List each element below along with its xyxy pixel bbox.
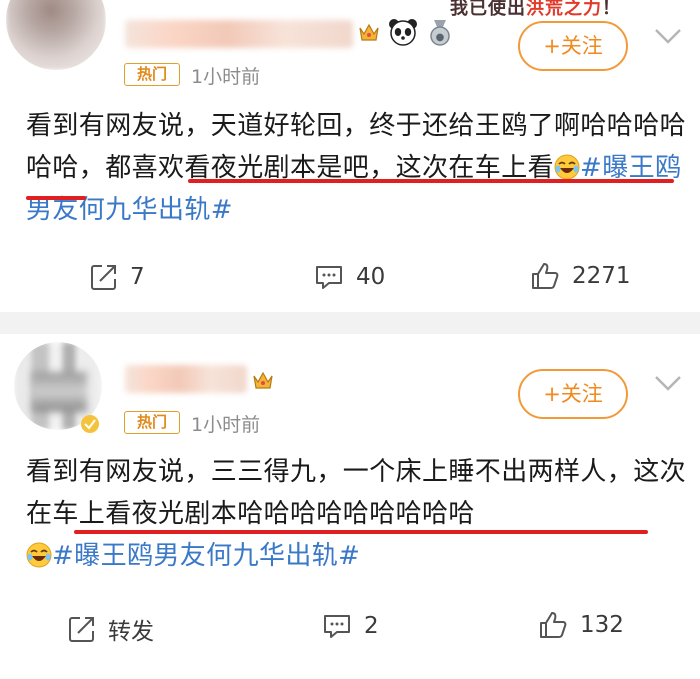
red-underline — [26, 196, 86, 200]
repost-label: 转发 — [108, 619, 154, 645]
post-time: 1小时前 — [191, 414, 261, 436]
comment-icon — [316, 266, 342, 289]
like-action[interactable]: 2271 — [530, 261, 631, 291]
crown-icon — [253, 371, 273, 389]
crown-icon — [359, 23, 379, 41]
verified-icon — [81, 415, 99, 433]
panda-icon — [389, 19, 417, 46]
like-icon — [532, 263, 559, 289]
post-body: 看到有网友说，三三得九，一个床上睡不出两样人，这次在车上看夜光剧本哈哈哈哈哈哈哈… — [26, 451, 686, 577]
laughing-emoji-icon — [554, 154, 580, 180]
username-blurred[interactable] — [125, 20, 353, 48]
svg-text:●: ● — [436, 32, 445, 43]
follow-button[interactable]: +关注 — [518, 21, 628, 71]
hot-badge: 热门 — [124, 63, 180, 86]
red-underline — [188, 179, 674, 183]
comment-count: 40 — [356, 264, 386, 290]
repost-action[interactable]: 转发 — [68, 612, 154, 646]
repost-count: 7 — [130, 264, 145, 290]
repost-icon — [91, 265, 116, 290]
like-count: 2271 — [572, 263, 631, 289]
comment-action[interactable]: 40 — [314, 263, 385, 291]
avatar[interactable] — [6, 0, 106, 70]
post-text-plain: 看到有网友说，三三得九，一个床上睡不出两样人， — [26, 457, 634, 487]
comment-count: 2 — [364, 613, 379, 639]
follow-button[interactable]: +关注 — [518, 369, 628, 419]
username-blurred[interactable] — [125, 365, 247, 393]
post-body: 看到有网友说，天道好轮回，终于还给王鸥了啊哈哈哈哈哈哈，都喜欢看夜光剧本是吧，这… — [26, 105, 686, 231]
weibo-post-card: ● 我已使出洪荒之力！ 热门 1小时前 +关注 看到有网友说，天道好轮回，终于还… — [0, 0, 700, 312]
comment-icon — [324, 615, 350, 638]
hot-badge: 热门 — [124, 411, 180, 434]
weibo-post-card: 热门 1小时前 +关注 看到有网友说，三三得九，一个床上睡不出两样人，这次在车上… — [0, 334, 700, 679]
laughing-emoji-icon — [26, 542, 52, 568]
repost-action[interactable]: 7 — [90, 263, 145, 291]
comment-action[interactable]: 2 — [322, 612, 379, 640]
chevron-down-icon[interactable] — [654, 27, 682, 45]
red-underline — [74, 530, 648, 534]
like-action[interactable]: 132 — [538, 610, 624, 640]
post-time: 1小时前 — [191, 66, 261, 88]
hashtag-link[interactable]: #曝王鸥男友何九华出轨# — [52, 541, 360, 571]
like-icon — [540, 612, 567, 638]
like-count: 132 — [580, 612, 624, 638]
repost-icon — [69, 617, 94, 642]
chevron-down-icon[interactable] — [654, 374, 682, 392]
